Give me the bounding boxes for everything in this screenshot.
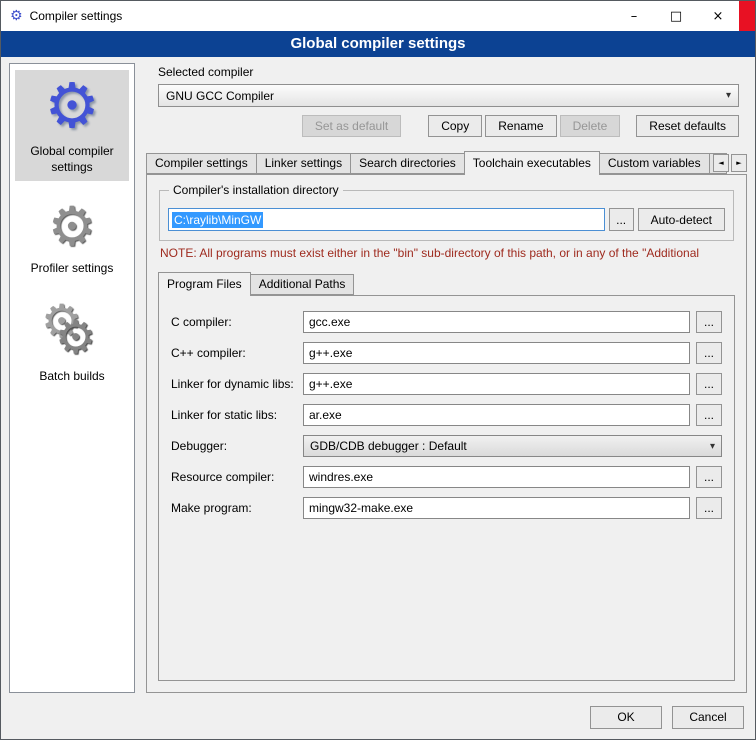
copy-button[interactable]: Copy	[428, 115, 482, 137]
make-program-label: Make program:	[171, 501, 297, 515]
c-compiler-input[interactable]: gcc.exe	[303, 311, 690, 333]
make-program-input[interactable]: mingw32-make.exe	[303, 497, 690, 519]
page-title: Global compiler settings	[1, 31, 755, 57]
installation-directory-value: C:\raylib\MinGW	[172, 212, 263, 228]
cpp-compiler-browse-button[interactable]: ...	[696, 342, 722, 364]
titlebar: ⚙ Compiler settings – □ ×	[1, 1, 755, 31]
main-panel: Selected compiler GNU GCC Compiler ▾ Set…	[146, 63, 747, 693]
cpp-compiler-label: C++ compiler:	[171, 346, 297, 360]
sidebar-item-label: Profiler settings	[31, 261, 114, 277]
browse-directory-button[interactable]: ...	[609, 208, 634, 231]
background-window-close-strip	[739, 1, 755, 31]
tab-toolchain-executables[interactable]: Toolchain executables	[464, 151, 600, 175]
installation-directory-label: Compiler's installation directory	[169, 183, 343, 197]
app-gear-icon: ⚙	[10, 9, 23, 23]
close-button[interactable]: ×	[697, 1, 739, 31]
auto-detect-button[interactable]: Auto-detect	[638, 208, 725, 231]
ok-button[interactable]: OK	[590, 706, 662, 729]
sidebar-item-label: Global compiler settings	[17, 144, 127, 175]
c-compiler-label: C compiler:	[171, 315, 297, 329]
field-row-debugger: Debugger: GDB/CDB debugger : Default ▾	[171, 435, 722, 457]
selected-compiler-value: GNU GCC Compiler	[166, 89, 274, 103]
linker-dynamic-input[interactable]: g++.exe	[303, 373, 690, 395]
field-row-cpp-compiler: C++ compiler: g++.exe ...	[171, 342, 722, 364]
make-program-browse-button[interactable]: ...	[696, 497, 722, 519]
minimize-button[interactable]: –	[613, 1, 655, 31]
tab-scroll-right-icon[interactable]: ►	[731, 154, 747, 172]
tab-scroll-left-icon[interactable]: ◄	[713, 154, 729, 172]
batch-builds-icon: ⚙ ⚙	[39, 302, 105, 362]
maximize-button[interactable]: □	[655, 1, 697, 31]
linker-static-browse-button[interactable]: ...	[696, 404, 722, 426]
sidebar-item-global-compiler-settings[interactable]: ⚙ Global compiler settings	[15, 70, 129, 181]
tab-linker-settings[interactable]: Linker settings	[256, 153, 351, 174]
resource-compiler-label: Resource compiler:	[171, 470, 297, 484]
reset-defaults-button[interactable]: Reset defaults	[636, 115, 739, 137]
sidebar-item-label: Batch builds	[39, 369, 104, 385]
dialog-footer: OK Cancel	[1, 695, 755, 739]
resource-compiler-browse-button[interactable]: ...	[696, 466, 722, 488]
field-row-linker-static: Linker for static libs: ar.exe ...	[171, 404, 722, 426]
settings-sidebar: ⚙ Global compiler settings ⚙ Profiler se…	[9, 63, 135, 693]
bin-subdirectory-note: NOTE: All programs must exist either in …	[160, 246, 734, 260]
gear-icon: ⚙	[44, 75, 100, 137]
field-row-c-compiler: C compiler: gcc.exe ...	[171, 311, 722, 333]
debugger-value: GDB/CDB debugger : Default	[310, 439, 467, 453]
cancel-button[interactable]: Cancel	[672, 706, 744, 729]
linker-dynamic-label: Linker for dynamic libs:	[171, 377, 297, 391]
linker-static-label: Linker for static libs:	[171, 408, 297, 422]
selected-compiler-dropdown[interactable]: GNU GCC Compiler ▾	[158, 84, 739, 107]
tab-program-files[interactable]: Program Files	[158, 272, 251, 296]
linker-dynamic-browse-button[interactable]: ...	[696, 373, 722, 395]
tab-search-directories[interactable]: Search directories	[350, 153, 465, 174]
field-row-resource-compiler: Resource compiler: windres.exe ...	[171, 466, 722, 488]
installation-directory-row: C:\raylib\MinGW ... Auto-detect	[168, 208, 725, 231]
gear-icon: ⚙	[55, 314, 96, 360]
tab-custom-variables[interactable]: Custom variables	[599, 153, 710, 174]
program-files-panel: C compiler: gcc.exe ... C++ compiler: g+…	[158, 295, 735, 681]
sidebar-item-batch-builds[interactable]: ⚙ ⚙ Batch builds	[15, 297, 129, 391]
installation-directory-input[interactable]: C:\raylib\MinGW	[168, 208, 605, 231]
field-row-make-program: Make program: mingw32-make.exe ...	[171, 497, 722, 519]
tab-scroll-arrows: ◄ ►	[713, 154, 747, 172]
field-row-linker-dynamic: Linker for dynamic libs: g++.exe ...	[171, 373, 722, 395]
tab-compiler-settings[interactable]: Compiler settings	[146, 153, 257, 174]
chevron-down-icon: ▾	[726, 90, 731, 101]
program-files-tabstrip: Program Files Additional Paths	[158, 272, 736, 295]
debugger-label: Debugger:	[171, 439, 297, 453]
compiler-actions: Set as default Copy Rename Delete Reset …	[158, 115, 739, 137]
cpp-compiler-input[interactable]: g++.exe	[303, 342, 690, 364]
profiler-icon: ⚙	[48, 200, 96, 254]
debugger-select[interactable]: GDB/CDB debugger : Default ▾	[303, 435, 722, 457]
sidebar-item-profiler-settings[interactable]: ⚙ Profiler settings	[15, 195, 129, 283]
set-as-default-button[interactable]: Set as default	[302, 115, 401, 137]
resource-compiler-input[interactable]: windres.exe	[303, 466, 690, 488]
linker-static-input[interactable]: ar.exe	[303, 404, 690, 426]
chevron-down-icon: ▾	[710, 441, 715, 452]
toolchain-executables-panel: Compiler's installation directory C:\ray…	[146, 174, 747, 693]
delete-button[interactable]: Delete	[560, 115, 621, 137]
rename-button[interactable]: Rename	[485, 115, 556, 137]
selected-compiler-label: Selected compiler	[158, 65, 747, 79]
window-title: Compiler settings	[30, 9, 123, 23]
dialog-content: ⚙ Global compiler settings ⚙ Profiler se…	[1, 57, 755, 695]
window-controls: – □ ×	[613, 1, 755, 31]
c-compiler-browse-button[interactable]: ...	[696, 311, 722, 333]
settings-tabstrip: Compiler settings Linker settings Search…	[146, 150, 747, 174]
compiler-settings-dialog: { "colors": { "banner_bg": "#0c4293", "s…	[0, 0, 756, 740]
installation-directory-group: Compiler's installation directory C:\ray…	[159, 190, 734, 241]
tab-additional-paths[interactable]: Additional Paths	[250, 274, 355, 295]
